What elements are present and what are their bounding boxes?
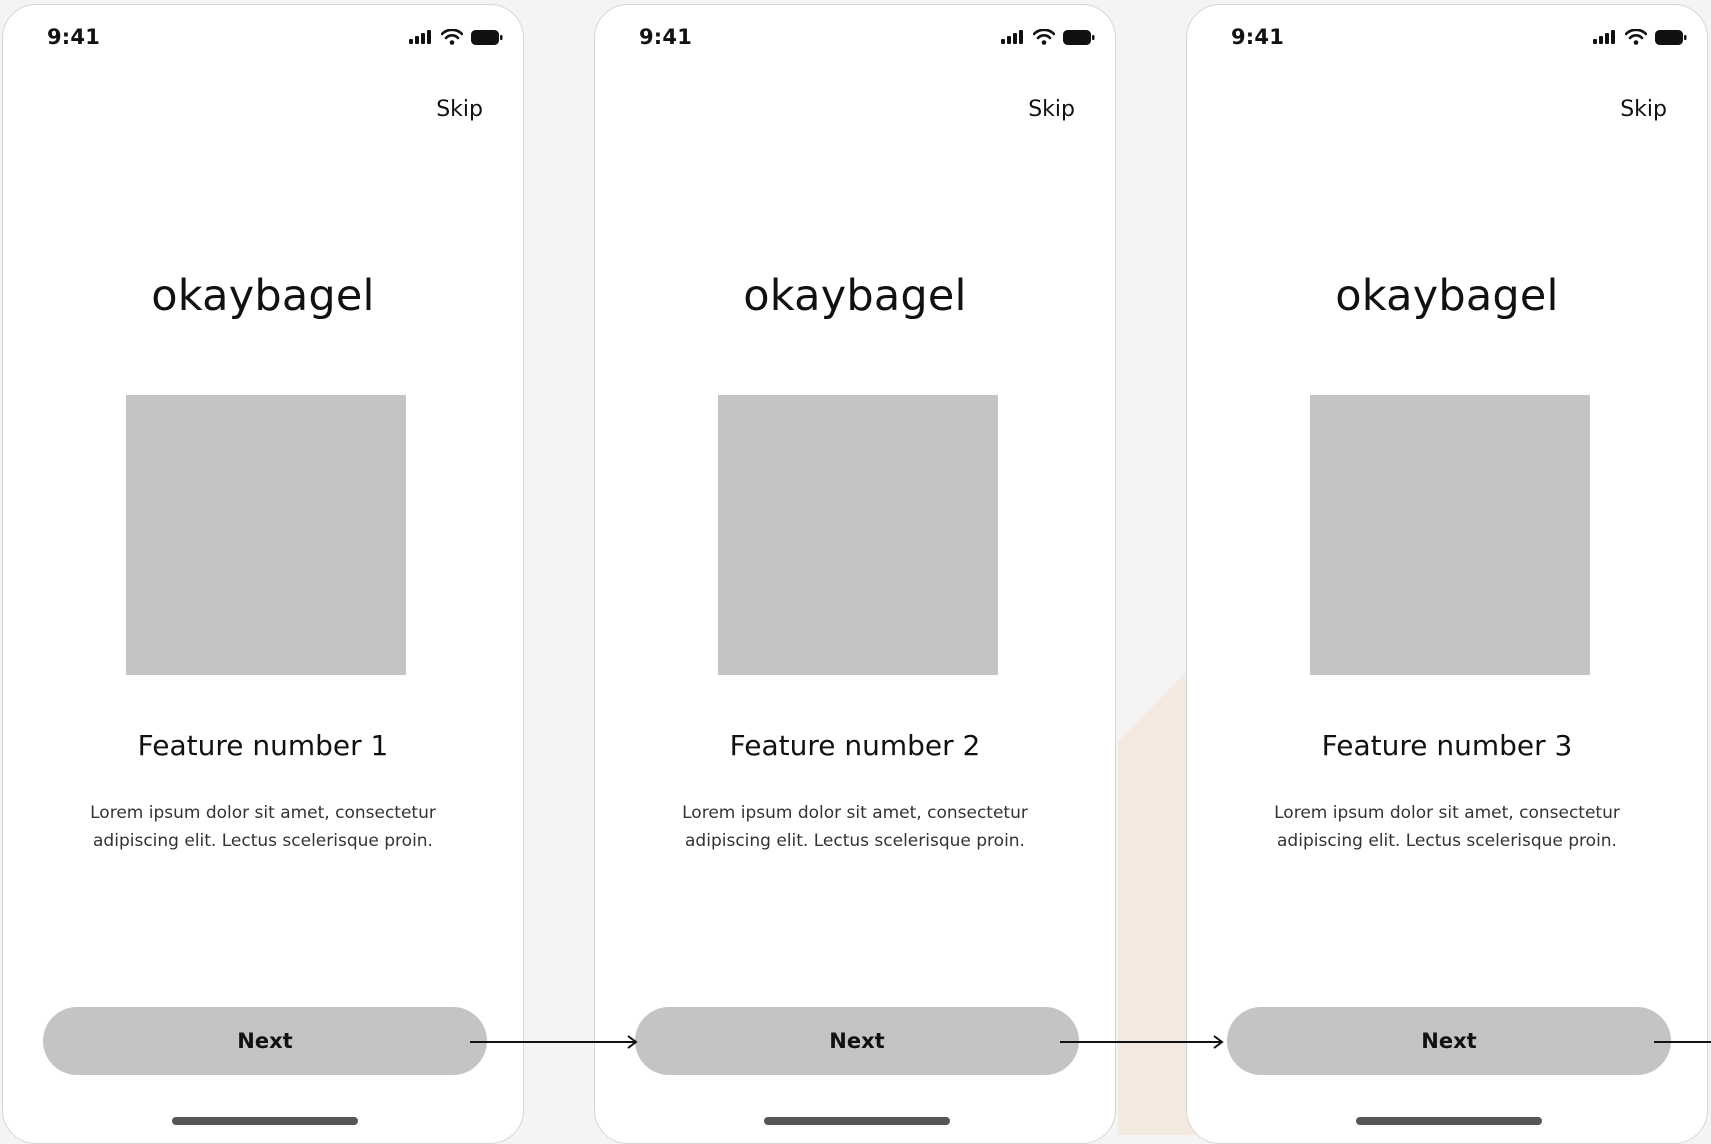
flow-arrow-icon bbox=[1654, 1041, 1711, 1043]
onboarding-flow: 9:41 Skip okaybagel Feature number 1 Lor… bbox=[0, 0, 1711, 1144]
skip-button[interactable]: Skip bbox=[1620, 97, 1667, 122]
home-indicator bbox=[1356, 1117, 1542, 1125]
wifi-icon bbox=[1625, 29, 1647, 45]
status-icons bbox=[1593, 29, 1687, 45]
feature-image-placeholder bbox=[1310, 395, 1590, 675]
next-button[interactable]: Next bbox=[635, 1007, 1079, 1075]
skip-button[interactable]: Skip bbox=[1028, 97, 1075, 122]
battery-icon bbox=[471, 29, 503, 45]
feature-title: Feature number 3 bbox=[1321, 729, 1573, 762]
onboarding-screen-3: 9:41 Skip okaybagel Feature number 3 Lor… bbox=[1186, 4, 1708, 1144]
feature-image-placeholder bbox=[126, 395, 406, 675]
brand-logo-text: okaybagel bbox=[1335, 271, 1559, 321]
wifi-icon bbox=[441, 29, 463, 45]
next-button[interactable]: Next bbox=[43, 1007, 487, 1075]
status-icons bbox=[409, 29, 503, 45]
flow-arrow-icon bbox=[1060, 1035, 1224, 1049]
feature-description: Lorem ipsum dolor sit amet, consectetur … bbox=[1274, 803, 1620, 851]
status-time: 9:41 bbox=[47, 25, 101, 49]
battery-icon bbox=[1655, 29, 1687, 45]
feature-title: Feature number 1 bbox=[137, 729, 389, 762]
feature-description: Lorem ipsum dolor sit amet, consectetur … bbox=[682, 803, 1028, 851]
brand-logo-text: okaybagel bbox=[743, 271, 967, 321]
signal-icon bbox=[1593, 30, 1615, 44]
onboarding-screen-2: 9:41 Skip okaybagel Feature number 2 Lor… bbox=[594, 4, 1116, 1144]
status-icons bbox=[1001, 29, 1095, 45]
flow-arrow-icon bbox=[470, 1035, 638, 1049]
feature-description: Lorem ipsum dolor sit amet, consectetur … bbox=[90, 803, 436, 851]
feature-title: Feature number 2 bbox=[729, 729, 981, 762]
signal-icon bbox=[409, 30, 431, 44]
signal-icon bbox=[1001, 30, 1023, 44]
brand-logo-text: okaybagel bbox=[151, 271, 375, 321]
feature-image-placeholder bbox=[718, 395, 998, 675]
battery-icon bbox=[1063, 29, 1095, 45]
onboarding-screen-1: 9:41 Skip okaybagel Feature number 1 Lor… bbox=[2, 4, 524, 1144]
home-indicator bbox=[172, 1117, 358, 1125]
wifi-icon bbox=[1033, 29, 1055, 45]
next-button[interactable]: Next bbox=[1227, 1007, 1671, 1075]
status-time: 9:41 bbox=[639, 25, 693, 49]
home-indicator bbox=[764, 1117, 950, 1125]
skip-button[interactable]: Skip bbox=[436, 97, 483, 122]
status-time: 9:41 bbox=[1231, 25, 1285, 49]
